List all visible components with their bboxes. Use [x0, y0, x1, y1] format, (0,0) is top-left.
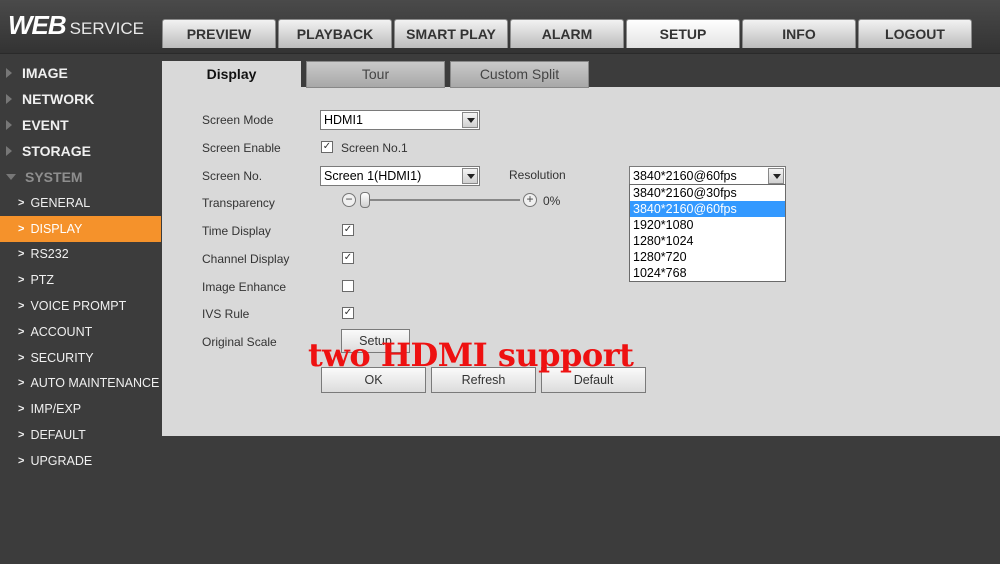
screen-enable-checkbox[interactable]: ✓ [321, 141, 333, 153]
chevron-down-icon [768, 168, 784, 184]
screen-no-value: Screen 1(HDMI1) [324, 169, 422, 183]
triangle-down-icon [6, 174, 16, 180]
overlay-caption: two HDMI support [308, 336, 634, 374]
sidebar-item-rs232[interactable]: > RS232 [0, 242, 161, 268]
original-scale-label: Original Scale [202, 335, 277, 349]
image-enhance-label: Image Enhance [202, 280, 287, 294]
resolution-option[interactable]: 1280*1024 [630, 233, 785, 249]
resolution-option[interactable]: 1920*1080 [630, 217, 785, 233]
triangle-right-icon [6, 94, 12, 104]
channel-display-label: Channel Display [202, 252, 290, 266]
chevron-right-icon: > [18, 248, 25, 261]
triangle-right-icon [6, 120, 12, 130]
sidebar-item-account[interactable]: > ACCOUNT [0, 319, 161, 345]
sidebar-item-display[interactable]: > DISPLAY [0, 215, 161, 242]
screen-no-select[interactable]: Screen 1(HDMI1) [320, 166, 480, 186]
sidebar-item-default[interactable]: > DEFAULT [0, 422, 161, 448]
channel-display-checkbox[interactable]: ✓ [342, 252, 354, 264]
resolution-option[interactable]: 3840*2160@30fps [630, 185, 785, 201]
nav-preview[interactable]: PREVIEW [162, 19, 276, 48]
chevron-right-icon: > [18, 351, 25, 364]
time-display-checkbox[interactable]: ✓ [342, 224, 354, 236]
chevron-right-icon: > [18, 377, 25, 390]
nav-logout[interactable]: LOGOUT [858, 19, 972, 48]
screen-enable-text: Screen No.1 [341, 141, 408, 155]
nav-playback[interactable]: PLAYBACK [278, 19, 392, 48]
triangle-right-icon [6, 68, 12, 78]
chevron-right-icon: > [18, 454, 25, 467]
nav-info[interactable]: INFO [742, 19, 856, 48]
logo: WEB SERVICE [8, 10, 144, 41]
image-enhance-checkbox[interactable] [342, 280, 354, 292]
chevron-right-icon: > [18, 403, 25, 416]
tab-display[interactable]: Display [162, 61, 301, 89]
screen-enable-label: Screen Enable [202, 141, 281, 155]
minus-icon[interactable]: − [342, 193, 356, 207]
time-display-label: Time Display [202, 224, 271, 238]
chevron-down-icon [462, 112, 478, 128]
nav-smart-play[interactable]: SMART PLAY [394, 19, 508, 48]
sidebar-item-security[interactable]: > SECURITY [0, 345, 161, 371]
logo-main: WEB [8, 10, 67, 40]
tab-bar: Display Tour Custom Split [162, 61, 594, 89]
resolution-option[interactable]: 1280*720 [630, 249, 785, 265]
nav-alarm[interactable]: ALARM [510, 19, 624, 48]
resolution-value: 3840*2160@60fps [633, 169, 737, 183]
chevron-right-icon: > [18, 325, 25, 338]
screen-mode-select[interactable]: HDMI1 [320, 110, 480, 130]
sidebar-item-general[interactable]: > GENERAL [0, 190, 161, 216]
logo-sub: SERVICE [69, 19, 144, 38]
resolution-dropdown-list: 3840*2160@30fps 3840*2160@60fps 1920*108… [629, 184, 786, 282]
nav-setup[interactable]: SETUP [626, 19, 740, 48]
ivs-rule-checkbox[interactable]: ✓ [342, 307, 354, 319]
resolution-option-selected[interactable]: 3840*2160@60fps [630, 201, 785, 217]
check-icon: ✓ [343, 252, 353, 263]
sidebar-item-voice-prompt[interactable]: > VOICE PROMPT [0, 293, 161, 319]
screen-mode-value: HDMI1 [324, 113, 363, 127]
sidebar: IMAGE NETWORK EVENT STORAGE SYSTEM > GENE… [0, 60, 161, 474]
check-icon: ✓ [343, 307, 353, 318]
chevron-right-icon: > [18, 196, 25, 209]
chevron-down-icon [462, 168, 478, 184]
transparency-value: 0% [543, 194, 561, 208]
plus-icon[interactable]: + [523, 193, 537, 207]
sidebar-item-ptz[interactable]: > PTZ [0, 267, 161, 293]
transparency-label: Transparency [202, 196, 275, 210]
sidebar-section-event[interactable]: EVENT [0, 112, 161, 138]
chevron-right-icon: > [18, 429, 25, 442]
sidebar-section-storage[interactable]: STORAGE [0, 138, 161, 164]
sidebar-section-system[interactable]: SYSTEM [0, 164, 161, 190]
sidebar-item-upgrade[interactable]: > UPGRADE [0, 448, 161, 474]
check-icon: ✓ [343, 224, 353, 235]
screen-mode-label: Screen Mode [202, 113, 274, 127]
tab-tour[interactable]: Tour [306, 61, 445, 88]
chevron-right-icon: > [18, 274, 25, 287]
check-icon: ✓ [322, 141, 332, 152]
tab-custom-split[interactable]: Custom Split [450, 61, 589, 88]
main-nav: PREVIEW PLAYBACK SMART PLAY ALARM SETUP … [162, 19, 974, 48]
sidebar-item-imp-exp[interactable]: > IMP/EXP [0, 396, 161, 422]
chevron-right-icon: > [18, 300, 25, 313]
resolution-option[interactable]: 1024*768 [630, 265, 785, 281]
top-header: WEB SERVICE PREVIEW PLAYBACK SMART PLAY A… [0, 0, 1000, 54]
sidebar-section-network[interactable]: NETWORK [0, 86, 161, 112]
transparency-slider-thumb[interactable] [360, 192, 370, 208]
ivs-rule-label: IVS Rule [202, 307, 250, 321]
sidebar-section-image[interactable]: IMAGE [0, 60, 161, 86]
resolution-select[interactable]: 3840*2160@60fps [629, 166, 786, 186]
transparency-slider-track[interactable] [360, 199, 520, 201]
chevron-right-icon: > [18, 222, 25, 235]
screen-no-label: Screen No. [202, 169, 263, 183]
sidebar-item-auto-maintenance[interactable]: > AUTO MAINTENANCE [0, 371, 161, 397]
resolution-label: Resolution [509, 168, 566, 182]
triangle-right-icon [6, 146, 12, 156]
